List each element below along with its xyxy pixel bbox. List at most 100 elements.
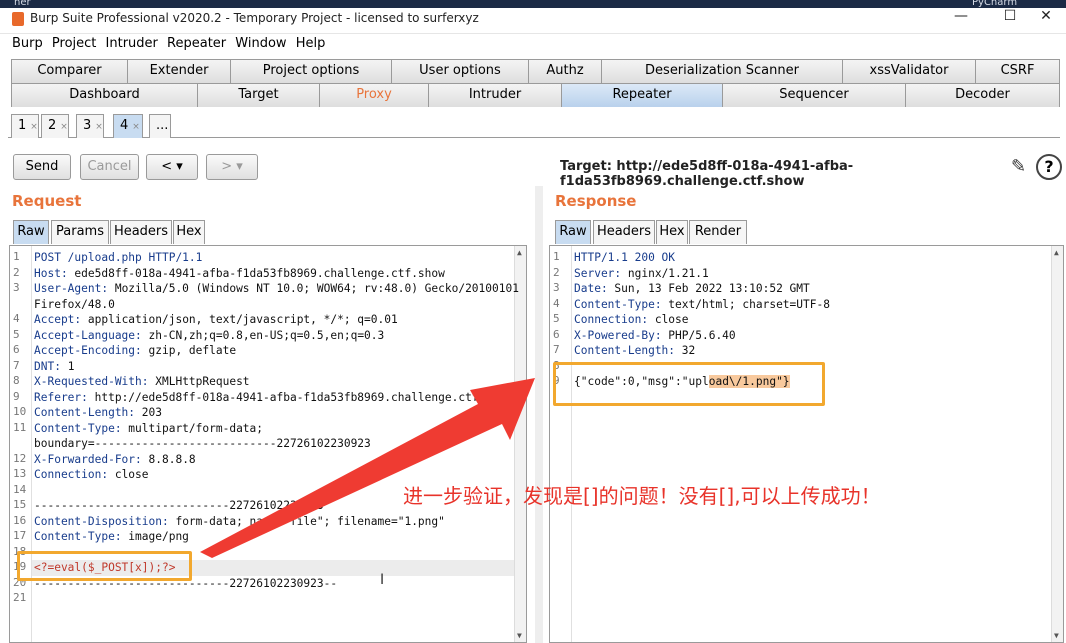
help-icon[interactable]: ? [1036,154,1062,180]
menu-help[interactable]: Help [296,34,326,51]
close-icon[interactable]: × [30,122,38,132]
tab-authz[interactable]: Authz [528,59,602,83]
tab-comparer[interactable]: Comparer [11,59,128,83]
code-line: Host: ede5d8ff-018a-4941-afba-f1da53fb89… [34,266,445,280]
response-title: Response [555,192,637,210]
desktop-right-text: PyCharm [972,0,1018,8]
request-tab-headers[interactable]: Headers [110,220,172,244]
line-number: 10 [13,405,27,418]
line-number: 12 [13,451,27,465]
back-arrow-icon: < [161,159,173,174]
back-button[interactable]: < ▾ [146,154,198,180]
tab-xssvalidator[interactable]: xssValidator [842,59,976,83]
tab-decoder[interactable]: Decoder [905,83,1060,107]
line-number: 6 [553,327,560,341]
line-number: 13 [13,467,27,480]
menu-repeater[interactable]: Repeater [167,34,226,51]
pane-splitter[interactable] [535,186,543,643]
menu-intruder[interactable]: Intruder [106,34,158,51]
repeater-tab-label: 4 [120,118,129,133]
request-title: Request [12,192,82,210]
code-line: Accept-Encoding: gzip, deflate [34,344,237,357]
code-line: Connection: close [34,468,149,481]
response-editor[interactable]: ▲ ▼ 1 HTTP/1.1 200 OK 2 Server: nginx/1.21.1… [549,245,1064,643]
desktop-left-text: ner [14,0,31,8]
code-line: Content-Length: 203 [34,406,162,419]
burp-app-icon [12,12,24,26]
tab-dashboard[interactable]: Dashboard [11,83,198,107]
line-number: 6 [13,343,20,356]
tab-repeater[interactable]: Repeater [561,83,723,107]
line-number: 15 [13,498,27,511]
response-tab-raw[interactable]: Raw [555,220,591,244]
line-number: 4 [553,296,560,310]
close-icon[interactable]: × [132,122,140,132]
line-number: 7 [553,343,560,356]
tab-intruder[interactable]: Intruder [428,83,562,107]
line-number: 5 [553,312,560,325]
response-tab-render[interactable]: Render [689,220,747,244]
repeater-tab-3[interactable]: 3 × [76,114,104,138]
repeater-tab-new[interactable]: ... [149,114,171,138]
tab-target[interactable]: Target [197,83,320,107]
line-number: 2 [13,265,20,279]
menu-burp[interactable]: Burp [12,34,43,51]
code-line: User-Agent: Mozilla/5.0 (Windows NT 10.0… [34,282,519,295]
repeater-tab-2[interactable]: 2 × [41,114,69,138]
request-tab-hex[interactable]: Hex [173,220,205,244]
code-line: boundary=---------------------------2272… [34,437,371,450]
code-line: X-Requested-With: XMLHttpRequest [34,375,250,388]
menu-project[interactable]: Project [52,34,96,51]
tab-project-options[interactable]: Project options [230,59,392,83]
send-button[interactable]: Send [13,154,71,180]
response-tab-headers[interactable]: Headers [593,220,655,244]
tab-deserialization-scanner[interactable]: Deserialization Scanner [601,59,843,83]
request-scrollbar[interactable]: ▲ ▼ [514,246,526,642]
tab-sequencer[interactable]: Sequencer [722,83,906,107]
request-tab-raw[interactable]: Raw [13,220,49,244]
code-line: Content-Type: image/png [34,530,189,543]
forward-button[interactable]: > ▾ [206,154,258,180]
forward-menu-icon[interactable]: ▾ [236,159,243,174]
line-number: 1 [13,250,20,263]
tab-proxy[interactable]: Proxy [319,83,429,107]
tab-extender[interactable]: Extender [127,59,231,83]
annotation-text: 进一步验证，发现是[]的问题！没有[],可以上传成功！ [403,484,881,508]
maximize-button[interactable]: ☐ [995,8,1025,28]
request-editor[interactable]: ▲ ▼ 1 POST /upload.php HTTP/1.1 2 Host: ede5… [9,245,527,643]
close-icon[interactable]: × [60,122,68,132]
code-line: POST /upload.php HTTP/1.1 [34,251,203,264]
code-line: Referer: http://ede5d8ff-018a-4941-afba-… [34,390,519,404]
repeater-tab-1[interactable]: 1 × [11,114,39,138]
repeater-tab-4[interactable]: 4 × [113,114,143,138]
repeater-tabs: 1 × 2 × 3 × 4 × ... [8,112,1060,138]
tab-user-options[interactable]: User options [391,59,529,83]
close-button[interactable]: ✕ [1031,8,1061,28]
line-number: 11 [13,420,27,434]
repeater-tab-label: 3 [83,118,92,133]
code-line: DNT: 1 [34,359,75,373]
line-number: 3 [13,281,20,294]
line-number: 7 [13,358,20,372]
payload-highlight-box [17,551,192,581]
close-icon[interactable]: × [95,122,103,132]
cancel-button[interactable]: Cancel [80,154,139,180]
code-line: Accept-Language: zh-CN,zh;q=0.8,en-US;q=… [34,328,385,342]
menu-bar: Burp Project Intruder Repeater Window He… [0,34,1066,56]
forward-arrow-icon: > [221,159,233,174]
code-line: HTTP/1.1 200 OK [574,251,676,264]
line-number: 5 [13,327,20,341]
request-tab-params[interactable]: Params [51,220,109,244]
text-cursor-icon: I [380,572,385,588]
code-line: -----------------------------22726102230… [34,499,324,512]
response-scrollbar[interactable]: ▲ ▼ [1051,246,1063,642]
menu-window[interactable]: Window [235,34,286,51]
line-number: 1 [553,250,560,263]
code-line: Date: Sun, 13 Feb 2022 13:10:52 GMT [574,282,810,295]
line-number: 4 [13,312,20,325]
back-menu-icon[interactable]: ▾ [176,159,183,174]
tab-csrf[interactable]: CSRF [975,59,1060,83]
response-tab-hex[interactable]: Hex [656,220,688,244]
edit-target-icon[interactable]: ✎ [1011,156,1026,177]
minimize-button[interactable]: — [946,8,976,28]
